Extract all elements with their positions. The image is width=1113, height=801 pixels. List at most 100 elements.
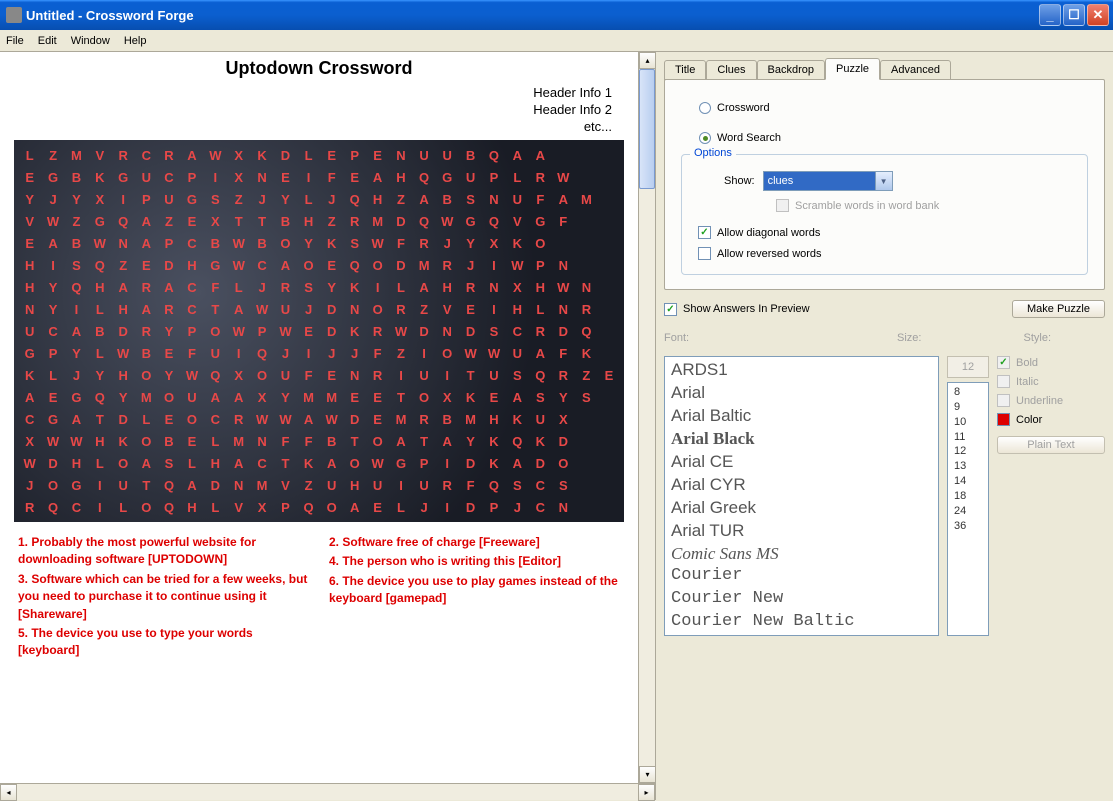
font-item[interactable]: Arial CYR [665, 474, 938, 497]
checkbox-underline [997, 394, 1010, 407]
grid-cell: L [204, 430, 227, 452]
grid-cell: F [366, 342, 389, 364]
font-item[interactable]: Arial CE [665, 451, 938, 474]
grid-cell: F [274, 430, 297, 452]
font-item[interactable]: Arial Baltic [665, 405, 938, 428]
grid-cell: L [88, 298, 111, 320]
scroll-h-track[interactable] [17, 784, 638, 800]
checkbox-scramble [776, 199, 789, 212]
scroll-left-arrow[interactable]: ◂ [0, 784, 17, 801]
grid-cell: T [204, 298, 227, 320]
font-item[interactable]: Courier [665, 565, 938, 588]
grid-cell: W [227, 254, 250, 276]
show-value: clues [768, 175, 794, 187]
size-item[interactable]: 10 [954, 415, 982, 430]
scroll-thumb[interactable] [639, 69, 655, 189]
grid-cell: C [250, 452, 273, 474]
grid-cell: U [180, 386, 203, 408]
grid-cell: L [88, 452, 111, 474]
grid-cell: N [250, 166, 273, 188]
grid-cell: S [506, 364, 529, 386]
grid-cell: Z [389, 188, 412, 210]
color-swatch[interactable] [997, 413, 1010, 426]
grid-cell: H [506, 298, 529, 320]
grid-cell: G [112, 166, 135, 188]
font-item[interactable]: Courier New Baltic [665, 611, 938, 634]
size-item[interactable]: 36 [954, 519, 982, 534]
size-item[interactable]: 8 [954, 385, 982, 400]
checkbox-reversed[interactable] [698, 247, 711, 260]
grid-cell: A [227, 386, 250, 408]
radio-wordsearch[interactable]: Word Search [699, 132, 1088, 144]
grid-cell: L [389, 496, 412, 518]
grid-cell: I [88, 474, 111, 496]
menu-file[interactable]: File [6, 35, 24, 47]
horizontal-scrollbar[interactable]: ◂ ▸ [0, 783, 655, 800]
checkbox-show-answers[interactable] [664, 303, 677, 316]
radio-crossword-input[interactable] [699, 102, 711, 114]
grid-cell: K [575, 342, 598, 364]
font-item[interactable]: Arial Black [665, 428, 938, 451]
tab-advanced[interactable]: Advanced [880, 60, 951, 80]
grid-cell: A [135, 232, 158, 254]
italic-label: Italic [1016, 376, 1039, 388]
scroll-up-arrow[interactable]: ▴ [639, 52, 656, 69]
header-info-2: Header Info 2 [0, 102, 638, 119]
grid-cell: X [204, 210, 227, 232]
grid-cell: I [112, 188, 135, 210]
tab-backdrop[interactable]: Backdrop [757, 60, 825, 80]
clue-item: 5. The device you use to type your words… [18, 625, 309, 660]
grid-cell: I [482, 298, 505, 320]
size-item[interactable]: 14 [954, 474, 982, 489]
grid-cell: P [274, 496, 297, 518]
size-item[interactable]: 24 [954, 504, 982, 519]
grid-cell: E [158, 408, 181, 430]
show-dropdown[interactable]: clues ▼ [763, 171, 893, 191]
font-list[interactable]: ARDS1ArialArial BalticArial BlackArial C… [664, 356, 939, 636]
checkbox-diagonal[interactable] [698, 226, 711, 239]
font-item[interactable]: Arial Greek [665, 497, 938, 520]
close-button[interactable]: ✕ [1087, 4, 1109, 26]
menu-edit[interactable]: Edit [38, 35, 57, 47]
grid-cell: L [389, 276, 412, 298]
maximize-button[interactable]: ☐ [1063, 4, 1085, 26]
radio-wordsearch-input[interactable] [699, 132, 711, 144]
menu-help[interactable]: Help [124, 35, 147, 47]
size-item[interactable]: 9 [954, 400, 982, 415]
make-puzzle-button[interactable]: Make Puzzle [1012, 300, 1105, 318]
grid-cell: V [18, 210, 41, 232]
scroll-right-arrow[interactable]: ▸ [638, 784, 655, 801]
grid-cell: Q [529, 364, 552, 386]
tab-title[interactable]: Title [664, 60, 706, 80]
scroll-down-arrow[interactable]: ▾ [639, 766, 656, 783]
grid-cell: P [343, 144, 366, 166]
options-legend: Options [690, 147, 736, 159]
scroll-track[interactable] [639, 189, 655, 766]
vertical-scrollbar[interactable]: ▴ ▾ [638, 52, 655, 783]
size-item[interactable]: 18 [954, 489, 982, 504]
grid-cell: A [320, 452, 343, 474]
size-item[interactable]: 11 [954, 430, 982, 445]
tab-clues[interactable]: Clues [706, 60, 756, 80]
grid-cell: K [18, 364, 41, 386]
grid-cell: G [204, 254, 227, 276]
grid-cell: K [482, 452, 505, 474]
font-item[interactable]: ARDS1 [665, 359, 938, 382]
font-item[interactable]: Comic Sans MS [665, 543, 938, 566]
grid-cell: I [88, 496, 111, 518]
grid-cell: Q [112, 210, 135, 232]
size-input[interactable]: 12 [947, 356, 989, 378]
font-item[interactable]: Arial [665, 382, 938, 405]
size-item[interactable]: 12 [954, 444, 982, 459]
font-item[interactable]: Courier New [665, 588, 938, 611]
radio-crossword[interactable]: Crossword [699, 102, 1088, 114]
minimize-button[interactable]: _ [1039, 4, 1061, 26]
size-item[interactable]: 13 [954, 459, 982, 474]
font-item[interactable]: Arial TUR [665, 520, 938, 543]
font-item[interactable]: Courier New CE [665, 634, 938, 636]
tab-puzzle[interactable]: Puzzle [825, 58, 880, 80]
menu-window[interactable]: Window [71, 35, 110, 47]
chevron-down-icon[interactable]: ▼ [875, 172, 892, 190]
size-list[interactable]: 891011121314182436 [947, 382, 989, 636]
grid-cell: D [389, 210, 412, 232]
